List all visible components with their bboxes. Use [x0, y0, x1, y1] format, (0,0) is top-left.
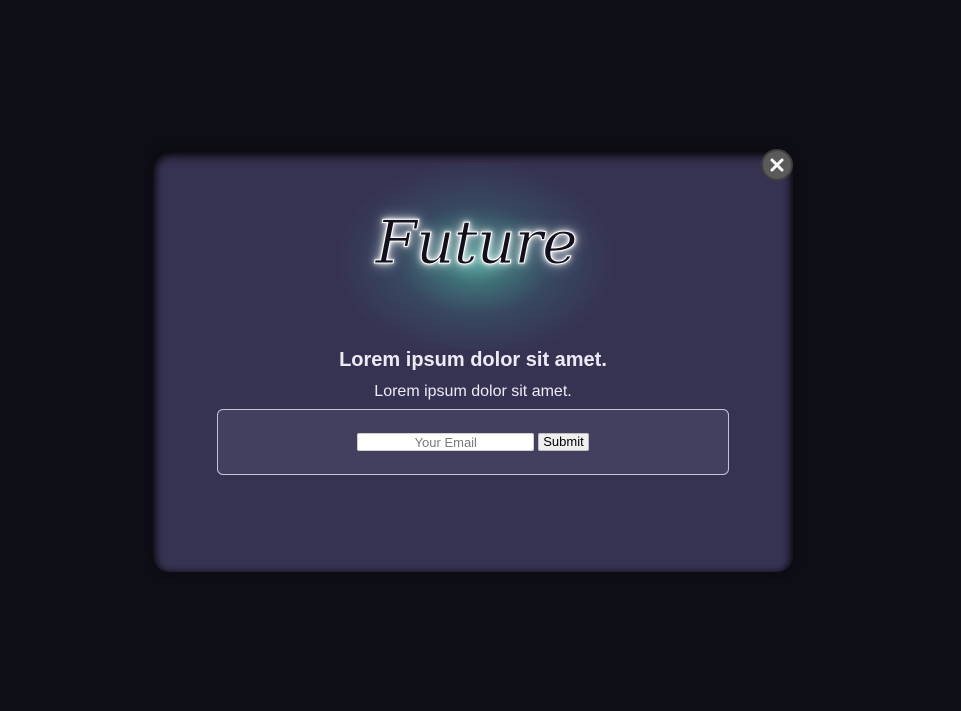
signup-form: Submit [217, 409, 729, 475]
close-button[interactable] [761, 149, 793, 181]
logo: Future [306, 150, 646, 350]
modal-headline: Lorem ipsum dolor sit amet. [339, 349, 607, 371]
submit-button[interactable]: Submit [538, 433, 589, 451]
close-icon [770, 158, 784, 172]
email-field[interactable] [357, 433, 535, 451]
logo-text: Future [375, 208, 578, 279]
modal-subheadline: Lorem ipsum dolor sit amet. [374, 383, 572, 400]
